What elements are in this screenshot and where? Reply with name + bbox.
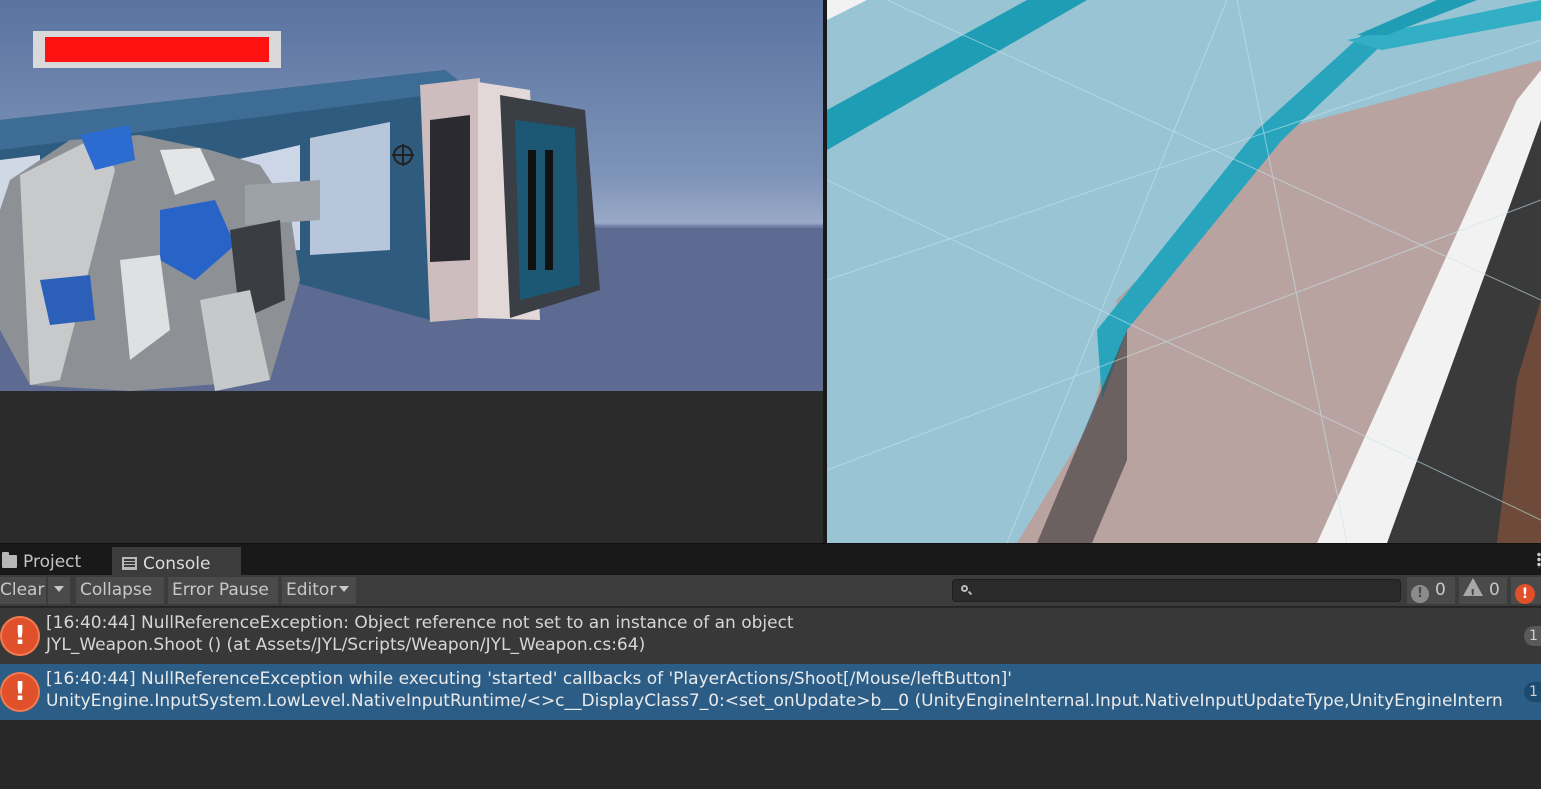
log-message-line1: [16:40:44] NullReferenceException: Objec… xyxy=(46,613,794,633)
log-entry-selected[interactable]: ! [16:40:44] NullReferenceException whil… xyxy=(0,664,1541,720)
warning-count: 0 xyxy=(1489,580,1500,600)
tab-console-label: Console xyxy=(143,554,211,574)
error-icon: ! xyxy=(1515,584,1535,604)
chevron-down-icon xyxy=(54,586,64,592)
log-message-line1: [16:40:44] NullReferenceException while … xyxy=(46,669,1012,689)
panel-menu-icon[interactable] xyxy=(1537,552,1541,568)
tab-project[interactable]: Project xyxy=(0,547,110,575)
editor-dropdown-label: Editor xyxy=(286,580,337,600)
error-icon: ! xyxy=(0,672,40,712)
clear-options-dropdown[interactable] xyxy=(48,577,70,604)
console-log-list[interactable]: ! [16:40:44] NullReferenceException: Obj… xyxy=(0,607,1541,789)
console-icon xyxy=(122,557,137,570)
warning-count-toggle[interactable]: 0 xyxy=(1459,577,1507,608)
info-count: 0 xyxy=(1435,580,1446,600)
error-count-toggle[interactable]: ! xyxy=(1511,577,1541,604)
collapse-toggle[interactable]: Collapse xyxy=(76,577,164,604)
search-icon xyxy=(961,585,968,592)
bottom-panel-tab-bar: Project Console xyxy=(0,543,1541,575)
scene-view[interactable] xyxy=(827,0,1541,543)
warning-icon xyxy=(1463,578,1483,608)
health-bar xyxy=(33,31,281,68)
error-icon: ! xyxy=(0,616,40,656)
error-pause-toggle[interactable]: Error Pause xyxy=(168,577,278,604)
clear-button[interactable]: Clear xyxy=(0,577,46,604)
crosshair-icon xyxy=(392,144,414,166)
tab-console[interactable]: Console xyxy=(112,547,241,575)
game-view-empty-area xyxy=(0,391,823,543)
console-search[interactable] xyxy=(952,579,1401,603)
info-icon: ! xyxy=(1411,585,1429,603)
log-message: [16:40:44] NullReferenceException while … xyxy=(46,668,1503,712)
log-collapse-count: 1 xyxy=(1524,626,1541,646)
chevron-down-icon xyxy=(339,586,350,592)
log-entry[interactable]: ! [16:40:44] NullReferenceException: Obj… xyxy=(0,608,1541,664)
editor-dropdown[interactable]: Editor xyxy=(282,577,356,604)
log-collapse-count: 1 xyxy=(1524,682,1541,702)
scene-render xyxy=(827,0,1541,543)
info-count-toggle[interactable]: ! 0 xyxy=(1407,577,1455,604)
tab-project-label: Project xyxy=(23,552,82,572)
console-toolbar: Clear Collapse Error Pause Editor !0 0 ! xyxy=(0,575,1541,608)
game-view[interactable] xyxy=(0,0,823,391)
log-message-line2: JYL_Weapon.Shoot () (at Assets/JYL/Scrip… xyxy=(46,635,646,655)
health-bar-fill xyxy=(45,37,269,62)
console-search-input[interactable] xyxy=(977,580,1396,603)
folder-icon xyxy=(2,552,17,568)
log-message-line2: UnityEngine.InputSystem.LowLevel.NativeI… xyxy=(46,691,1503,711)
log-message: [16:40:44] NullReferenceException: Objec… xyxy=(46,612,794,656)
